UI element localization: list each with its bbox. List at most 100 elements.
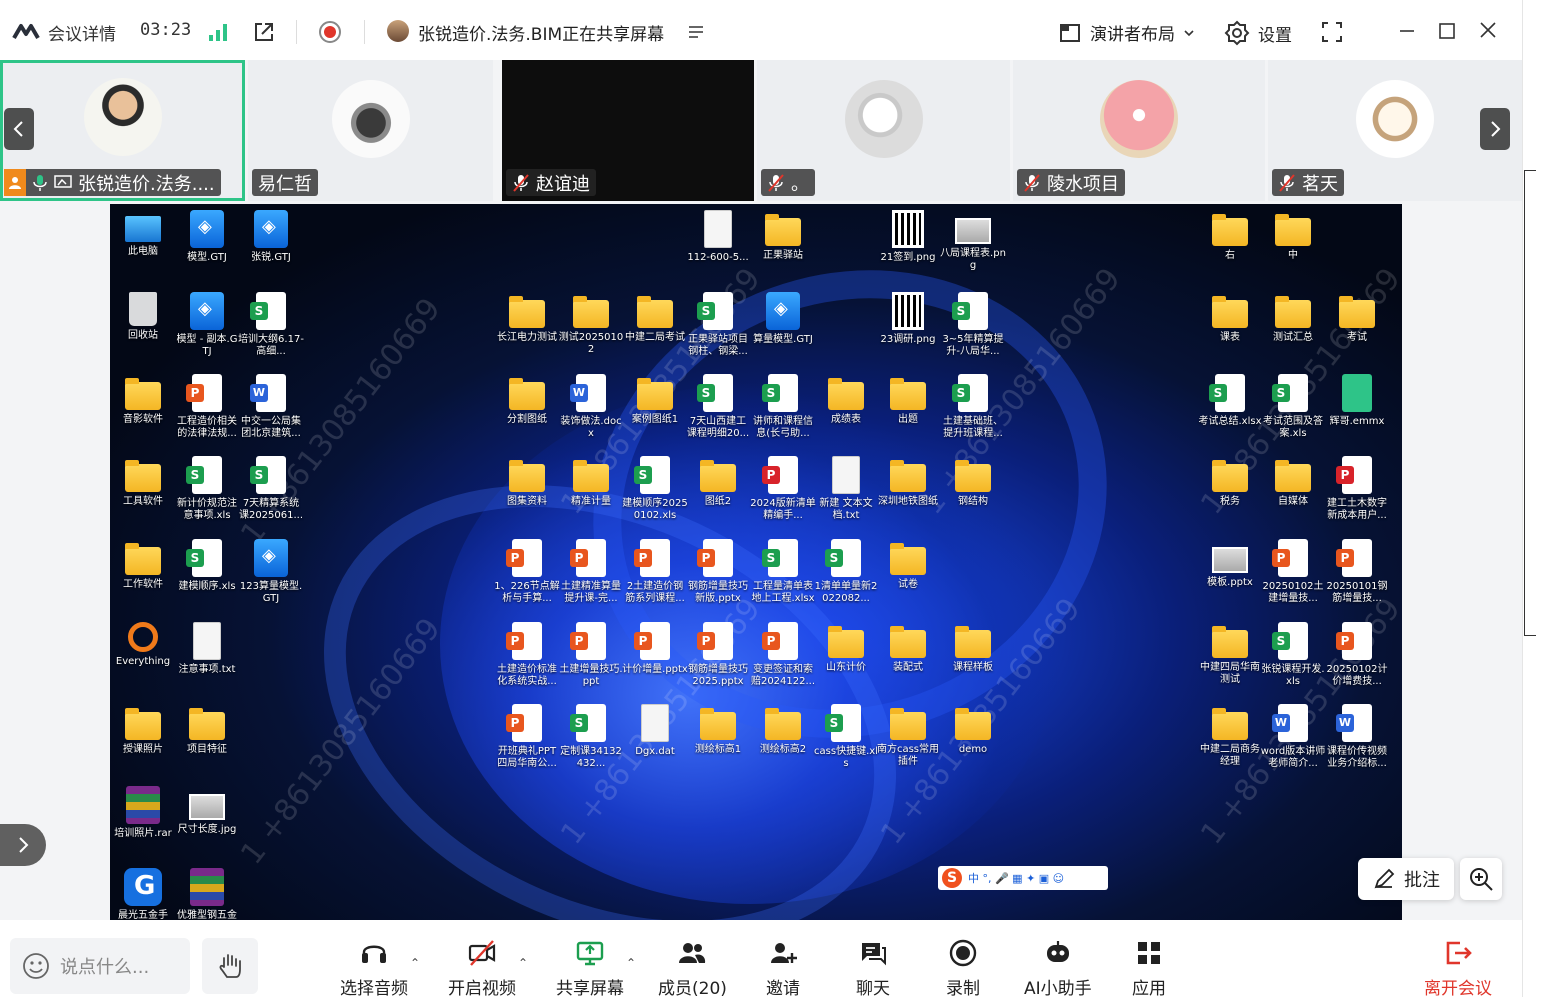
desktop-icon[interactable]: 工程造价相关的法律法规... bbox=[174, 374, 240, 440]
desktop-icon[interactable]: Everything bbox=[110, 622, 176, 668]
desktop-icon[interactable]: 模板.pptx bbox=[1197, 539, 1263, 589]
desktop-icon[interactable]: 20250102计价增费技... bbox=[1324, 622, 1390, 688]
recording-indicator-icon[interactable] bbox=[318, 20, 342, 44]
desktop-icon[interactable]: 课程样板 bbox=[940, 622, 1006, 674]
desktop-icon[interactable]: 培训照片.rar bbox=[110, 786, 176, 840]
desktop-icon[interactable]: 图集资料 bbox=[494, 456, 560, 508]
desktop-icon[interactable]: 自媒体 bbox=[1260, 456, 1326, 508]
desktop-icon[interactable]: 试卷 bbox=[875, 539, 941, 591]
desktop-icon[interactable]: 出题 bbox=[875, 374, 941, 426]
ai-assistant-button[interactable]: AI小助手 bbox=[1024, 938, 1092, 997]
share-options-caret-icon[interactable]: ⌃ bbox=[626, 956, 636, 970]
desktop-icon[interactable]: 装饰做法.docx bbox=[558, 374, 624, 440]
share-link-icon[interactable] bbox=[252, 20, 276, 44]
desktop-icon[interactable]: 长江电力测试 bbox=[494, 292, 560, 344]
desktop-icon[interactable]: 土建精准算量提升课-完... bbox=[558, 539, 624, 605]
desktop-icon[interactable]: 2024版新清单精编手... bbox=[750, 456, 816, 522]
desktop-icon[interactable]: 分割图纸 bbox=[494, 374, 560, 426]
sharing-menu-icon[interactable] bbox=[688, 24, 704, 40]
desktop-icon[interactable]: 123算量模型.GTJ bbox=[238, 539, 304, 605]
desktop-icon[interactable]: 20250101钢筋增量技... bbox=[1324, 539, 1390, 605]
video-options-caret-icon[interactable]: ⌃ bbox=[518, 956, 528, 970]
desktop-icon[interactable]: 工具软件 bbox=[110, 456, 176, 508]
desktop-icon[interactable]: 中交一公局集团北京建筑... bbox=[238, 374, 304, 440]
desktop-icon[interactable]: 新计价规范注意事项.xls bbox=[174, 456, 240, 522]
desktop-icon[interactable]: 正果驿站项目钢柱、钢梁... bbox=[685, 292, 751, 358]
desktop-icon[interactable]: 考试范围及答案.xls bbox=[1260, 374, 1326, 440]
layout-button[interactable]: 演讲者布局 bbox=[1058, 20, 1195, 45]
desktop-icon[interactable]: 建模顺序.xls bbox=[174, 539, 240, 593]
desktop-icon[interactable]: 模型.GTJ bbox=[174, 210, 240, 264]
desktop-icon[interactable]: 土建基础班、提升班课程... bbox=[940, 374, 1006, 440]
desktop-icon[interactable]: 土建增量技巧.ppt bbox=[558, 622, 624, 688]
desktop-icon[interactable]: Dgx.dat bbox=[622, 704, 688, 758]
settings-button[interactable]: 设置 bbox=[1224, 20, 1292, 46]
desktop-icon[interactable]: 测试20250102 bbox=[558, 292, 624, 356]
desktop-icon[interactable]: 21签到.png bbox=[875, 210, 941, 264]
meeting-info-button[interactable]: 会议详情 bbox=[48, 20, 116, 45]
desktop-icon[interactable]: 1、226节点解析与手算... bbox=[494, 539, 560, 605]
desktop-icon[interactable]: 培训大纲6.17-高细... bbox=[238, 292, 304, 358]
expand-panel-button[interactable] bbox=[0, 824, 46, 866]
desktop-icon[interactable]: 案例图纸1 bbox=[622, 374, 688, 426]
desktop-icon[interactable]: 正果驿站 bbox=[750, 210, 816, 262]
members-button[interactable]: 成员(20) bbox=[658, 938, 727, 997]
desktop-icon[interactable]: 1清单单量新2022082... bbox=[813, 539, 879, 605]
participant-tile[interactable]: 赵谊迪 bbox=[502, 60, 754, 201]
desktop-icon[interactable]: 尺寸长度.jpg bbox=[174, 786, 240, 836]
ime-toolbar[interactable]: S 中 °, 🎤 ▦ ✦ ▣ ☺ bbox=[938, 866, 1108, 890]
desktop-icon[interactable]: 定制课34132432... bbox=[558, 704, 624, 770]
desktop-icon[interactable]: 模型 - 副本.GTJ bbox=[174, 292, 240, 358]
desktop-icon[interactable]: 变更签证和索赔2024122... bbox=[750, 622, 816, 688]
desktop-icon[interactable]: 112-600-5... bbox=[685, 210, 751, 264]
desktop-icon[interactable]: demo bbox=[940, 704, 1006, 756]
desktop-icon[interactable]: 精准计量 bbox=[558, 456, 624, 508]
desktop-icon[interactable]: 7天山西建工课程明细20... bbox=[685, 374, 751, 440]
desktop-icon[interactable]: 23调研.png bbox=[875, 292, 941, 346]
desktop-icon[interactable]: 钢结构 bbox=[940, 456, 1006, 508]
video-button[interactable]: 开启视频 bbox=[448, 938, 516, 997]
share-screen-button[interactable]: 共享屏幕 bbox=[556, 938, 624, 997]
desktop-icon[interactable]: 装配式 bbox=[875, 622, 941, 674]
quick-chat-input[interactable]: 说点什么... bbox=[10, 938, 190, 994]
desktop-icon[interactable]: 八局课程表.png bbox=[940, 210, 1006, 272]
desktop-icon[interactable]: 20250102土建增量技... bbox=[1260, 539, 1326, 605]
desktop-icon[interactable]: 中建二局考试 bbox=[622, 292, 688, 344]
desktop-icon[interactable]: 计价增量.pptx bbox=[622, 622, 688, 676]
desktop-icon[interactable]: 辉哥.emmx bbox=[1324, 374, 1390, 428]
fullscreen-icon[interactable] bbox=[1320, 20, 1344, 44]
maximize-icon[interactable] bbox=[1438, 22, 1456, 40]
strip-prev-button[interactable] bbox=[4, 108, 34, 150]
desktop-icon[interactable]: 土建造价标准化系统实战... bbox=[494, 622, 560, 688]
close-icon[interactable] bbox=[1478, 20, 1498, 40]
desktop-icon[interactable]: cass快捷键.xls bbox=[813, 704, 879, 770]
desktop-icon[interactable]: 工作软件 bbox=[110, 539, 176, 591]
emoji-icon[interactable] bbox=[22, 952, 50, 980]
audio-options-caret-icon[interactable]: ⌃ bbox=[410, 956, 420, 970]
desktop-icon[interactable]: 音影软件 bbox=[110, 374, 176, 426]
network-signal-icon[interactable] bbox=[208, 22, 230, 42]
desktop-icon[interactable]: 2土建造价钢筋系列课程... bbox=[622, 539, 688, 605]
record-button[interactable]: 录制 bbox=[946, 938, 980, 997]
desktop-icon[interactable]: 课程价传视频业务介绍标... bbox=[1324, 704, 1390, 770]
desktop-icon[interactable]: 项目特征 bbox=[174, 704, 240, 756]
desktop-icon[interactable]: 图纸2 bbox=[685, 456, 751, 508]
desktop-icon[interactable]: 中 bbox=[1260, 210, 1326, 262]
desktop-icon[interactable]: 考试总结.xlsx bbox=[1197, 374, 1263, 428]
desktop-icon[interactable]: 优雅型钢五金 bbox=[174, 868, 240, 920]
desktop-icon[interactable]: 开班典礼PPT四局华南公... bbox=[494, 704, 560, 770]
desktop-icon[interactable]: 测绘标高1 bbox=[685, 704, 751, 756]
desktop-icon[interactable]: 钢筋增量技巧新版.pptx bbox=[685, 539, 751, 605]
desktop-icon[interactable]: 新建 文本文档.txt bbox=[813, 456, 879, 522]
desktop-icon[interactable]: 测试汇总 bbox=[1260, 292, 1326, 344]
zoom-button[interactable] bbox=[1460, 858, 1502, 900]
apps-button[interactable]: 应用 bbox=[1132, 938, 1166, 997]
desktop-icon[interactable]: 张锐.GTJ bbox=[238, 210, 304, 264]
desktop-icon[interactable]: 建工土木数字新成本用户... bbox=[1324, 456, 1390, 522]
participant-tile[interactable]: 易仁哲 bbox=[248, 60, 493, 201]
desktop-icon[interactable]: 山东计价 bbox=[813, 622, 879, 674]
desktop-icon[interactable]: 成绩表 bbox=[813, 374, 879, 426]
desktop-icon[interactable]: 晨光五金手 bbox=[110, 868, 176, 920]
chat-button[interactable]: 聊天 bbox=[856, 938, 890, 997]
desktop-icon[interactable]: 右 bbox=[1197, 210, 1263, 262]
